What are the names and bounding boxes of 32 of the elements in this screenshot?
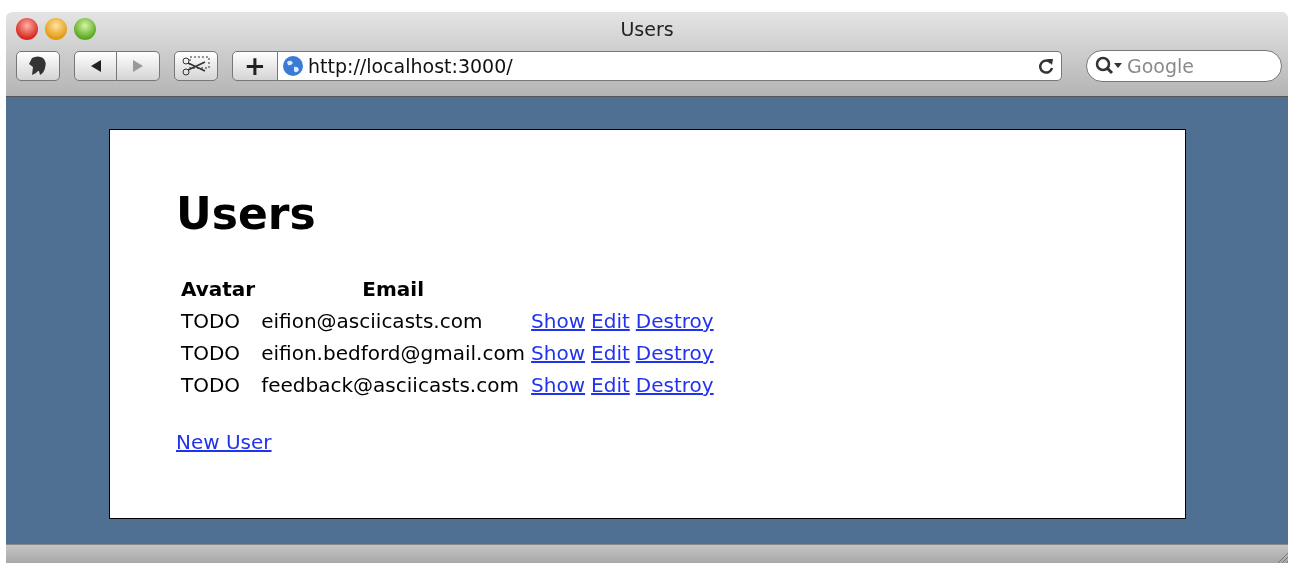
avatar-cell-text: TODO	[180, 340, 242, 367]
zoom-button[interactable]	[74, 18, 96, 40]
action-link[interactable]: Edit	[591, 307, 630, 335]
scissors-icon	[181, 55, 211, 77]
resize-grip-icon[interactable]	[1276, 551, 1288, 563]
action-link[interactable]: Destroy	[635, 339, 714, 367]
action-link[interactable]: Edit	[591, 339, 630, 367]
column-header: Avatar	[180, 276, 257, 303]
action-link[interactable]: Show	[531, 371, 586, 399]
action-link[interactable]: Destroy	[635, 307, 714, 335]
column-header: Email	[361, 276, 425, 303]
avatar-cell-text: TODO	[180, 308, 242, 335]
action-link[interactable]: Show	[531, 339, 586, 367]
address-field[interactable]: http://localhost:3000/	[278, 51, 1062, 81]
email-cell-text: eifion.bedford@gmail.com	[260, 340, 527, 367]
action-link[interactable]: Show	[531, 307, 586, 335]
new-user-link[interactable]: New User	[176, 430, 272, 454]
clip-button[interactable]	[174, 51, 218, 81]
action-link[interactable]: Destroy	[635, 371, 714, 399]
action-link[interactable]: Edit	[591, 371, 630, 399]
add-bookmark-button[interactable]: +	[232, 51, 278, 81]
close-button[interactable]	[16, 18, 38, 40]
search-icon	[1095, 56, 1123, 76]
page-heading: Users	[176, 192, 316, 236]
window-title: Users	[620, 18, 674, 40]
email-cell-text: feedback@asciicasts.com	[260, 372, 520, 399]
reload-icon[interactable]	[1037, 57, 1055, 75]
elephant-button[interactable]	[16, 51, 60, 81]
back-button[interactable]	[74, 51, 117, 81]
email-cell-text: eifion@asciicasts.com	[260, 308, 484, 335]
avatar-cell-text: TODO	[180, 372, 242, 399]
globe-icon	[282, 55, 304, 77]
